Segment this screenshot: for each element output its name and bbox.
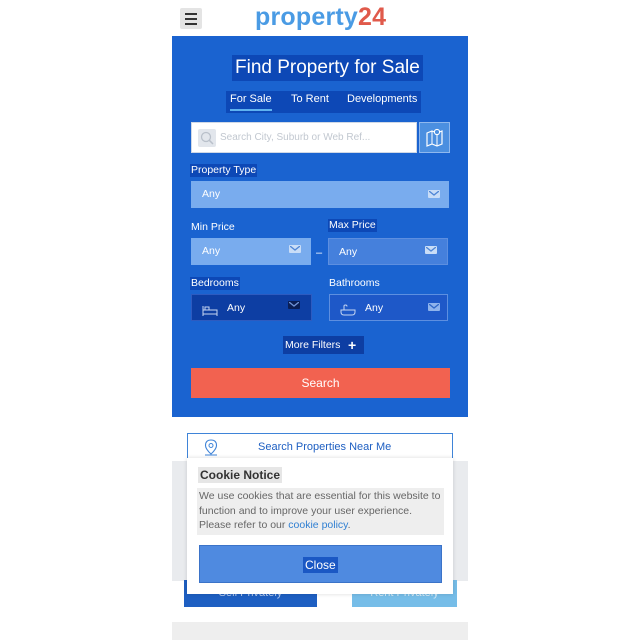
- property-type-label: Property Type: [190, 164, 258, 177]
- cookie-notice-title: Cookie Notice: [198, 467, 283, 483]
- plus-icon: +: [348, 337, 357, 353]
- bath-icon: [340, 301, 356, 328]
- bathrooms-select[interactable]: Any: [329, 294, 448, 321]
- min-price-label: Min Price: [191, 221, 235, 233]
- logo-text-24: 24: [358, 3, 387, 31]
- max-price-select[interactable]: Any: [328, 238, 448, 265]
- cookie-policy-link[interactable]: cookie policy: [288, 519, 347, 531]
- menu-icon[interactable]: [180, 8, 202, 29]
- chevron-down-icon: [289, 245, 301, 253]
- bedrooms-label: Bedrooms: [190, 277, 240, 290]
- page-title: Find Property for Sale: [232, 55, 423, 81]
- search-input[interactable]: [220, 123, 410, 152]
- property-type-select[interactable]: Any: [191, 181, 449, 208]
- bathrooms-label: Bathrooms: [329, 277, 380, 289]
- search-near-me-label: Search Properties Near Me: [258, 441, 392, 453]
- tab-for-sale[interactable]: For Sale: [230, 91, 272, 111]
- bed-icon: [202, 301, 218, 328]
- map-search-button[interactable]: [419, 122, 450, 153]
- cookie-close-button[interactable]: Close: [199, 545, 442, 583]
- site-logo[interactable]: property24: [255, 2, 386, 32]
- search-icon: [198, 129, 216, 147]
- more-filters-label: More Filters: [285, 339, 341, 351]
- listing-type-tabs: For Sale To Rent Developments: [226, 91, 421, 113]
- app-root: property24 Find Property for Sale For Sa…: [0, 0, 640, 640]
- cookie-notice-text-end: .: [347, 519, 351, 531]
- bedrooms-select[interactable]: Any: [191, 294, 312, 321]
- chevron-down-icon: [428, 303, 440, 311]
- map-icon: [426, 128, 443, 147]
- more-filters-button[interactable]: More Filters +: [283, 336, 364, 354]
- logo-text-property: property: [255, 3, 359, 31]
- cookie-close-label: Close: [303, 557, 338, 573]
- tab-developments[interactable]: Developments: [347, 91, 417, 111]
- property-type-value: Any: [202, 188, 221, 200]
- cookie-notice-body: We use cookies that are essential for th…: [197, 488, 444, 535]
- chevron-down-icon: [428, 190, 440, 198]
- search-button[interactable]: Search: [191, 368, 450, 398]
- price-separator: –: [316, 247, 323, 259]
- max-price-label: Max Price: [328, 219, 377, 232]
- min-price-select[interactable]: Any: [191, 238, 311, 265]
- footer-strip: [172, 622, 468, 640]
- chevron-down-icon: [288, 301, 300, 309]
- bedrooms-value: Any: [227, 302, 246, 314]
- search-box: [191, 122, 417, 153]
- tab-to-rent[interactable]: To Rent: [291, 91, 329, 111]
- chevron-down-icon: [425, 246, 437, 254]
- bathrooms-value: Any: [365, 302, 384, 314]
- min-price-value: Any: [202, 245, 221, 257]
- max-price-value: Any: [339, 246, 358, 258]
- search-near-me-button[interactable]: Search Properties Near Me: [187, 433, 453, 461]
